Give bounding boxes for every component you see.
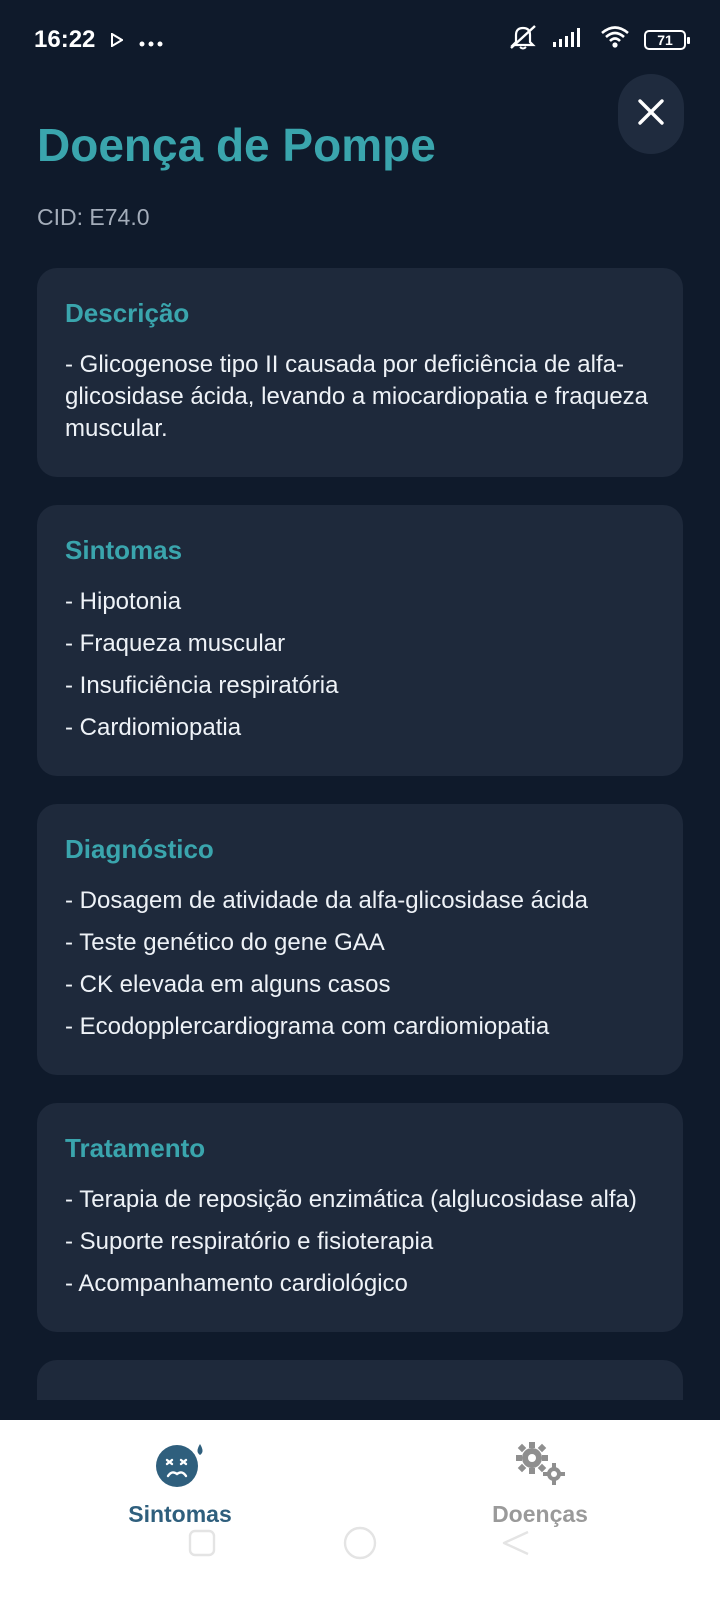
close-icon — [637, 98, 665, 131]
signal-icon — [552, 26, 586, 55]
battery-icon: 71 — [644, 30, 690, 50]
card-descricao: Descrição - Glicogenose tipo II causada … — [37, 268, 683, 477]
back-button[interactable] — [500, 1529, 530, 1562]
cid-code: CID: E74.0 — [37, 204, 150, 230]
nav-label-doencas: Doenças — [492, 1501, 588, 1527]
system-nav-bar — [0, 1525, 720, 1575]
recents-button[interactable] — [188, 1529, 216, 1562]
card-sintomas: Sintomas - Hipotonia - Fraqueza muscular… — [37, 505, 683, 776]
status-bar: 16:22 71 — [0, 0, 720, 80]
list-item: - Cardiomiopatia — [65, 714, 242, 741]
list-item: - Dosagem de atividade da alfa-glicosida… — [65, 887, 588, 914]
nav-tab-doencas[interactable]: Doenças — [440, 1440, 640, 1528]
sick-face-icon — [153, 1440, 207, 1493]
card-heading-diagnostico: Diagnóstico — [65, 834, 214, 864]
list-item: - Hipotonia — [65, 588, 182, 615]
list-item: - Ecodopplercardiograma com cardiomiopat… — [65, 1013, 550, 1040]
close-button[interactable] — [618, 74, 684, 154]
nav-label-sintomas: Sintomas — [128, 1501, 232, 1527]
card-heading-tratamento: Tratamento — [65, 1133, 206, 1163]
card-heading-descricao: Descrição — [65, 298, 190, 328]
page-title: Doença de Pompe — [37, 119, 436, 171]
nav-tab-sintomas[interactable]: Sintomas — [80, 1440, 280, 1528]
list-item: - CK elevada em alguns casos — [65, 971, 391, 998]
list-item: - Acompanhamento cardiológico — [65, 1270, 408, 1297]
card-diagnostico: Diagnóstico - Dosagem de atividade da al… — [37, 804, 683, 1075]
list-item: - Suporte respiratório e fisioterapia — [65, 1228, 434, 1255]
card-partial — [37, 1360, 683, 1400]
home-button[interactable] — [342, 1525, 378, 1566]
gears-icon — [510, 1440, 570, 1493]
card-tratamento: Tratamento - Terapia de reposição enzimá… — [37, 1103, 683, 1332]
card-heading-sintomas: Sintomas — [65, 535, 183, 565]
list-item: - Glicogenose tipo II causada por defici… — [65, 351, 649, 442]
list-item: - Insuficiência respiratória — [65, 672, 339, 699]
wifi-icon — [600, 25, 630, 56]
play-icon — [111, 26, 125, 54]
more-dots-icon — [139, 26, 163, 54]
mute-icon — [508, 24, 538, 57]
list-item: - Fraqueza muscular — [65, 630, 286, 657]
content-cards: Descrição - Glicogenose tipo II causada … — [37, 268, 683, 1428]
battery-level: 71 — [657, 32, 673, 48]
list-item: - Terapia de reposição enzimática (alglu… — [65, 1186, 637, 1213]
list-item: - Teste genético do gene GAA — [65, 929, 385, 956]
status-time: 16:22 — [34, 26, 96, 53]
